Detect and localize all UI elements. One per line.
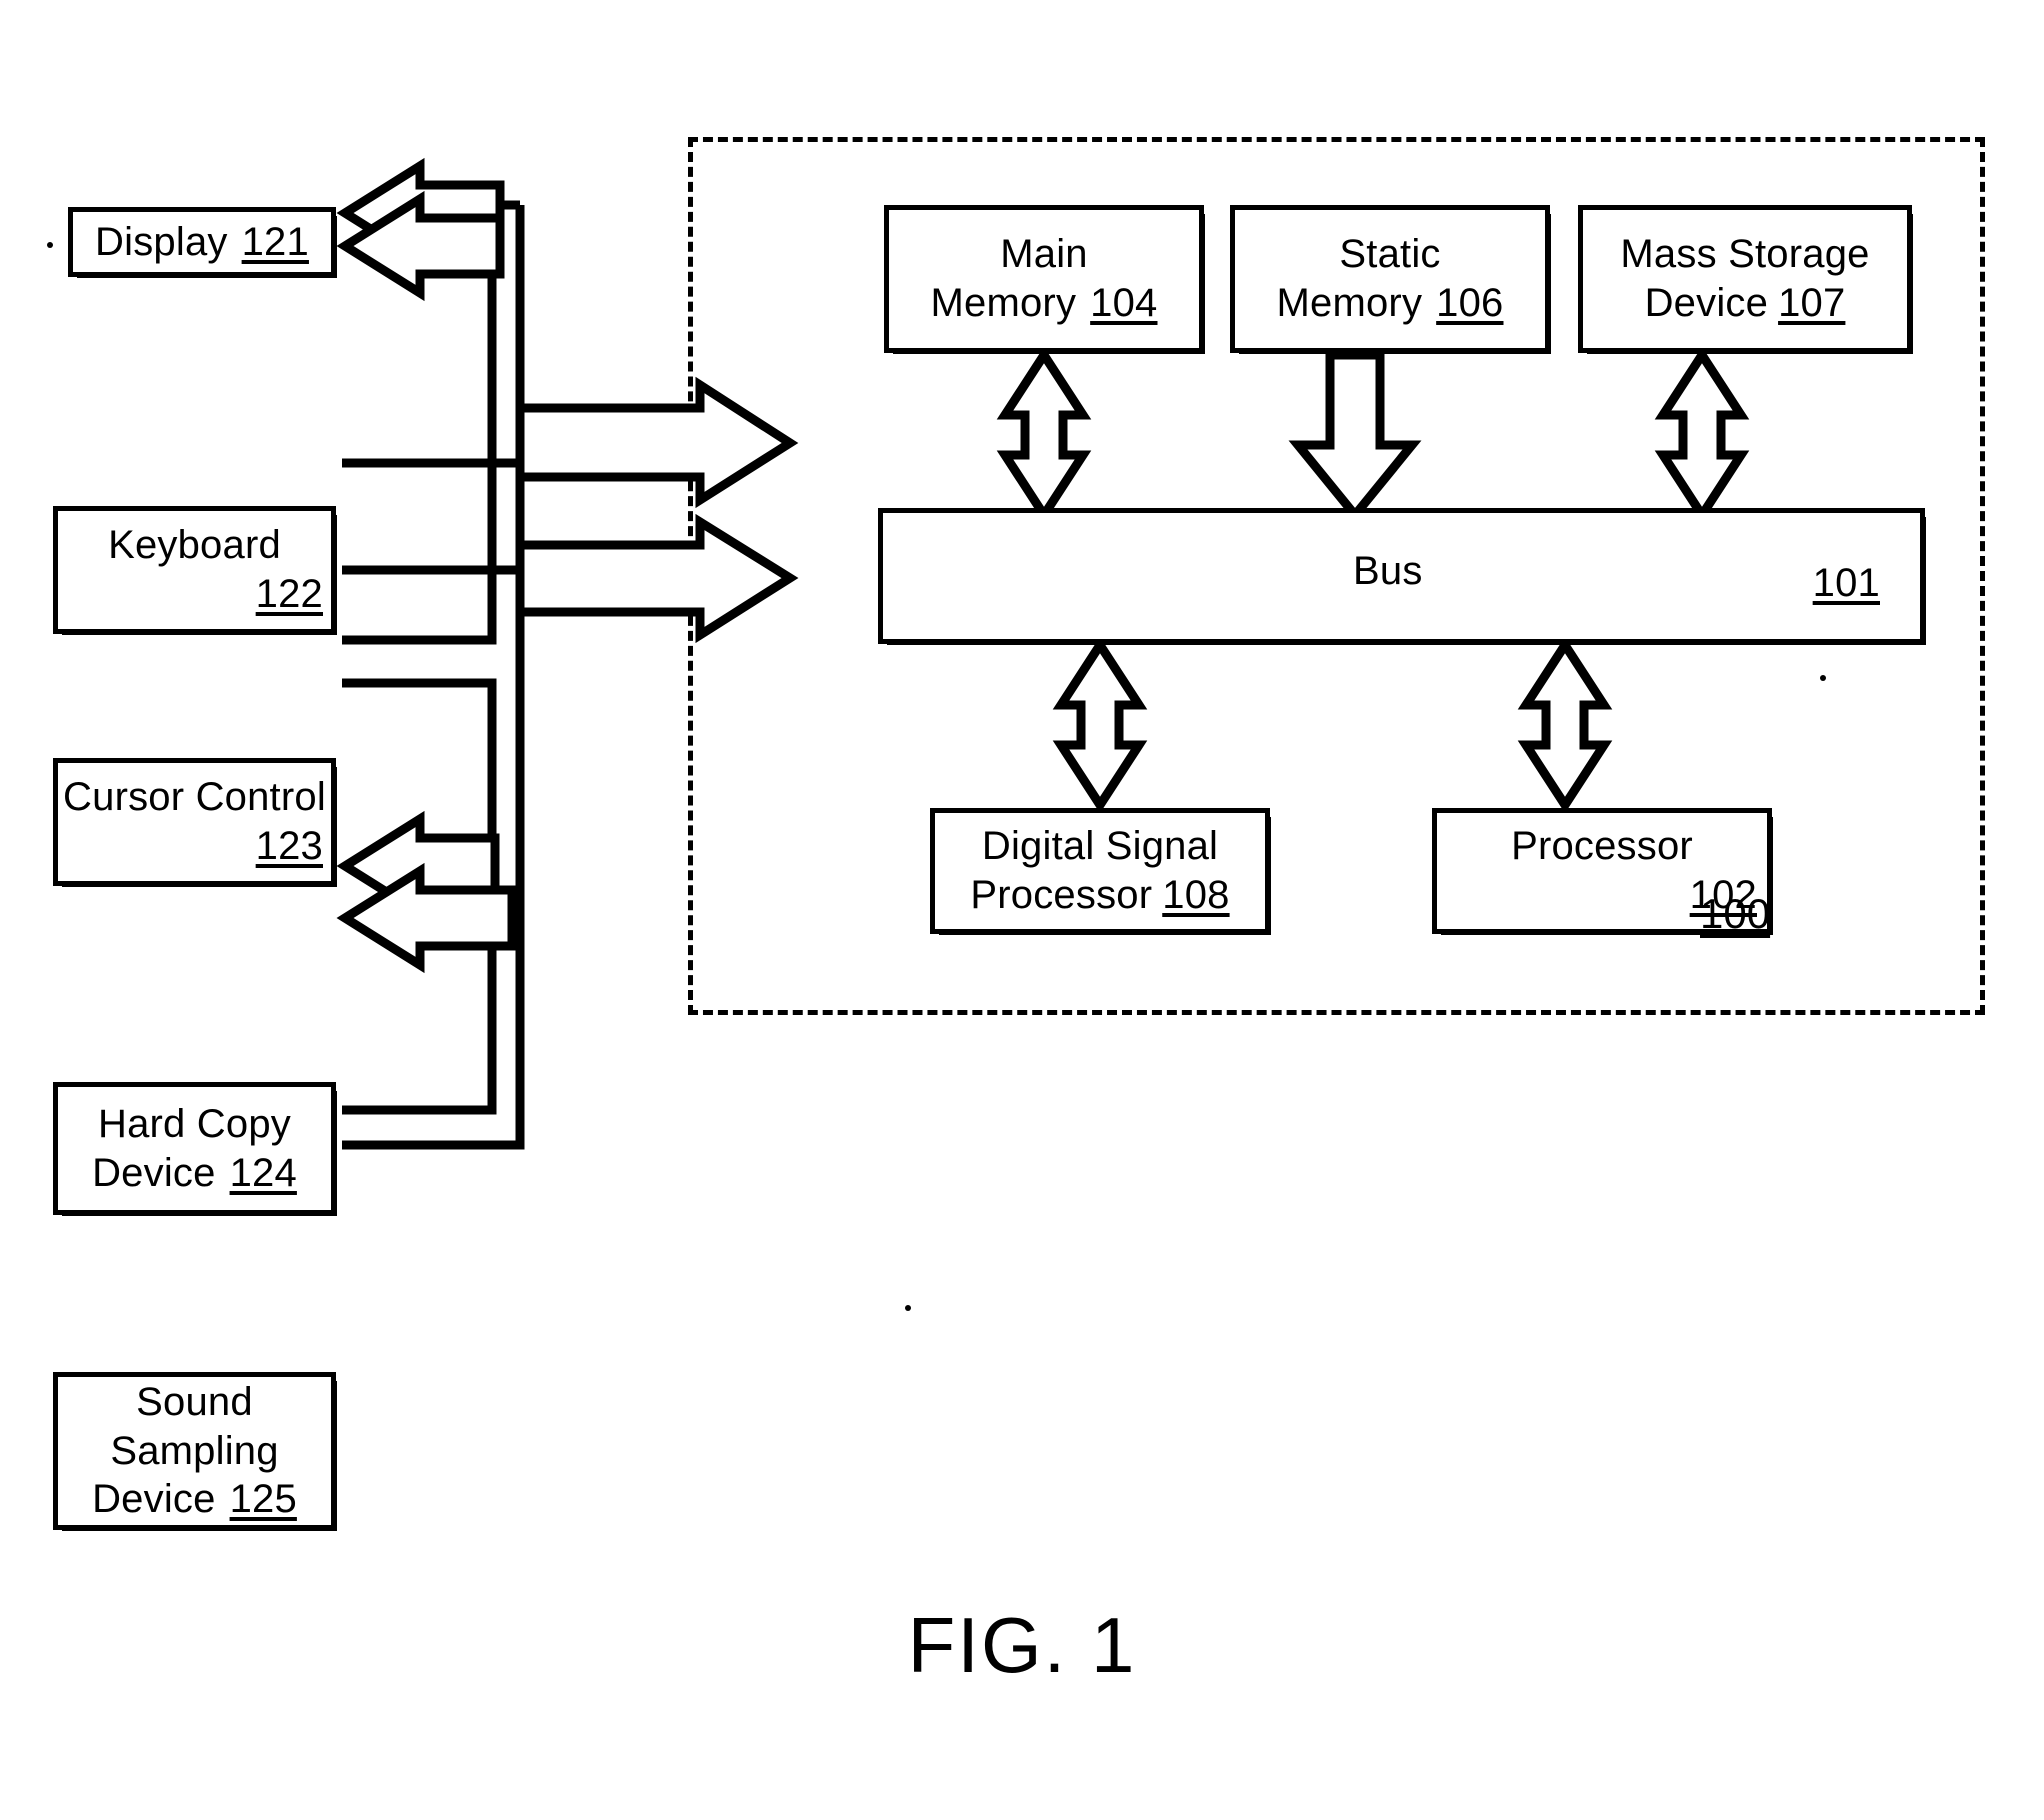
dsp-ref: 108 [1162, 873, 1230, 917]
dsp-label-1: Digital Signal [981, 824, 1219, 869]
mass-storage-ref: 107 [1778, 281, 1846, 325]
static-memory-box[interactable]: Static Memory 106 [1230, 205, 1551, 354]
bus-ref: 101 [1812, 561, 1880, 605]
keyboard-label: Keyboard [108, 523, 281, 568]
digital-signal-processor-box[interactable]: Digital Signal Processor 108 [930, 808, 1271, 935]
arrow-bus-mass-storage [1654, 346, 1750, 524]
display-ref: 121 [241, 219, 309, 264]
arrow-bus-main-memory [996, 346, 1092, 524]
keyboard-box[interactable]: Keyboard 122 [53, 506, 337, 635]
dsp-label-2: Processor 108 [970, 873, 1230, 917]
bus-label: Bus [1353, 549, 1423, 593]
sound-label-2: Sampling [110, 1428, 279, 1473]
system-reference-number: 100 [1700, 890, 1771, 937]
hard-copy-label-1: Hard Copy [98, 1101, 291, 1146]
mass-storage-device-box[interactable]: Mass Storage Device 107 [1578, 205, 1913, 354]
sound-sampling-device-box[interactable]: Sound Sampling Device 125 [53, 1372, 337, 1531]
main-memory-ref: 104 [1090, 281, 1158, 325]
sound-label-1: Sound [136, 1379, 253, 1424]
main-memory-label-2: Memory 104 [930, 281, 1158, 325]
arrow-bus-processor [1517, 636, 1613, 814]
main-memory-box[interactable]: Main Memory 104 [884, 205, 1205, 354]
sound-ref: 125 [229, 1477, 297, 1522]
sound-label-3: Device 125 [92, 1477, 297, 1522]
bus-box[interactable]: Bus 101 [878, 508, 1926, 645]
arrow-bus-dsp [1052, 636, 1148, 814]
hard-copy-label-2: Device 124 [92, 1150, 297, 1195]
display-box[interactable]: Display 121 [68, 207, 337, 278]
display-label: Display 121 [95, 219, 309, 264]
processor-label: Processor [1511, 824, 1693, 869]
wire-cursor-control-upper [342, 570, 497, 645]
static-memory-label-1: Static [1339, 232, 1441, 277]
main-memory-label-1: Main [1000, 232, 1088, 277]
static-memory-label-2: Memory 106 [1276, 281, 1504, 325]
keyboard-ref: 122 [255, 572, 323, 616]
static-memory-ref: 106 [1436, 281, 1504, 325]
mass-storage-label-2: Device 107 [1644, 281, 1846, 325]
arrow-peripherals-to-bus-lower [515, 513, 799, 644]
hard-copy-ref: 124 [229, 1150, 297, 1195]
arrow-peripherals-to-bus-upper [515, 376, 799, 509]
hard-copy-device-box[interactable]: Hard Copy Device 124 [53, 1082, 337, 1216]
cursor-control-ref: 123 [255, 824, 323, 868]
mass-storage-label-1: Mass Storage [1620, 232, 1870, 277]
cursor-control-label: Cursor Control [63, 775, 326, 820]
arrow-static-memory-to-bus [1288, 350, 1422, 523]
cursor-control-box[interactable]: Cursor Control 123 [53, 758, 337, 887]
patent-figure-1: 100 Display 121 Keyboard 122 Cursor Cont… [0, 0, 2044, 1820]
